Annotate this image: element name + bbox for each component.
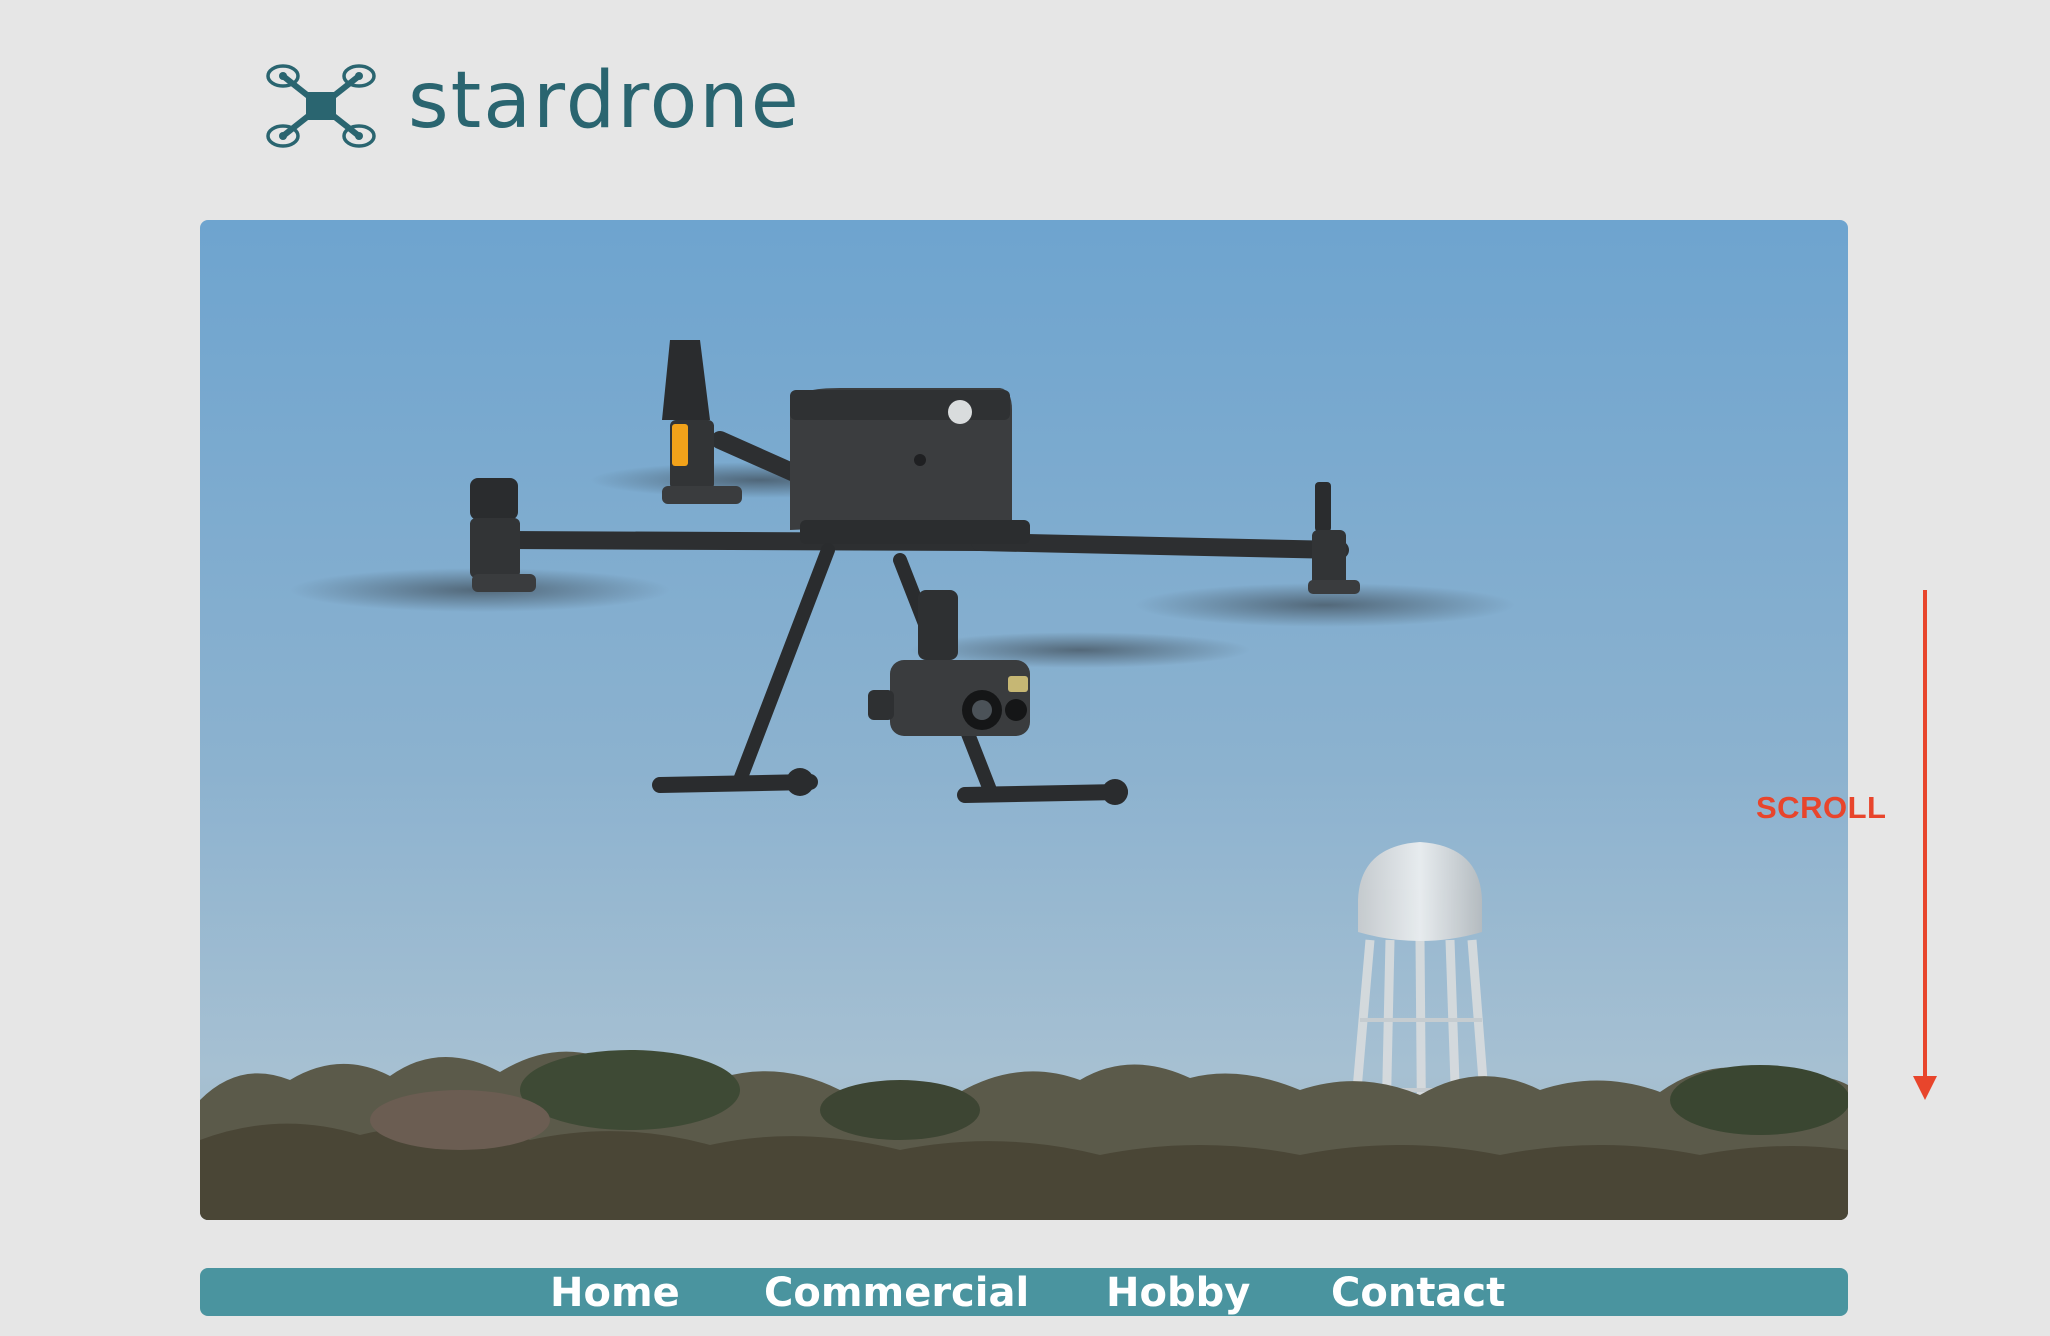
brand-name: stardrone (408, 56, 801, 146)
brand-logo-link[interactable]: stardrone (264, 56, 801, 156)
quadcopter-icon (266, 64, 376, 148)
page: stardrone SCROLL Home Commercial Hobby C… (0, 0, 2050, 1336)
scroll-hint-label: SCROLL (1756, 790, 1887, 825)
down-arrow-icon (1913, 590, 1937, 1100)
nav-home-link[interactable]: Home (550, 1268, 680, 1316)
drone-hero-image (200, 220, 1848, 1220)
hero-image (200, 220, 1848, 1220)
nav-contact-link[interactable]: Contact (1331, 1268, 1505, 1316)
nav-hobby-link[interactable]: Hobby (1106, 1268, 1250, 1316)
main-nav: Home Commercial Hobby Contact (200, 1268, 1848, 1316)
nav-commercial-link[interactable]: Commercial (764, 1268, 1029, 1316)
